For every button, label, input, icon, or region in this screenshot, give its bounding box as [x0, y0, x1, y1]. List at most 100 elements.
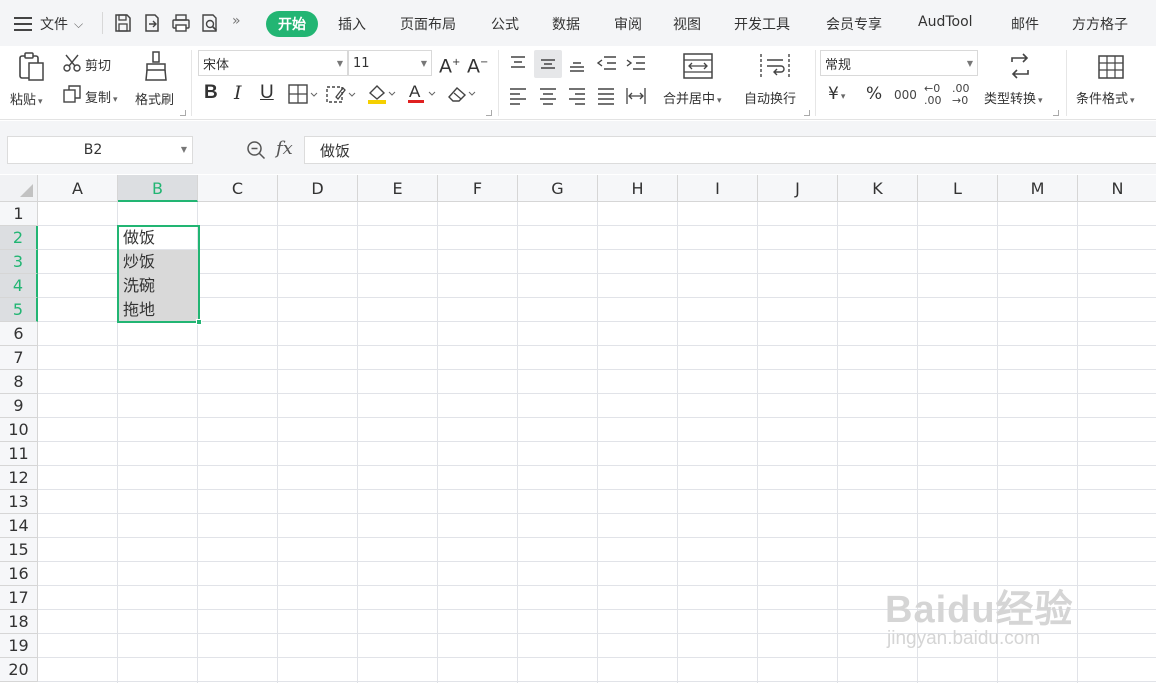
tab-view[interactable]: 视图 [673, 14, 701, 34]
scissors-icon[interactable] [62, 53, 82, 77]
tab-insert[interactable]: 插入 [338, 14, 366, 34]
justify-icon[interactable] [596, 86, 616, 110]
wrap-text-button[interactable]: 自动换行 [744, 88, 796, 107]
number-format-select[interactable]: 常规 ▼ [820, 50, 978, 76]
column-header-b[interactable]: B [118, 175, 198, 202]
more-commands-icon[interactable]: » [232, 13, 241, 29]
borders-icon[interactable] [288, 84, 318, 108]
fill-color-icon[interactable] [366, 83, 396, 109]
align-left-icon[interactable] [508, 86, 528, 110]
tab-audtool[interactable]: AudTool [918, 14, 973, 30]
column-header-n[interactable]: N [1078, 175, 1156, 202]
copy-button[interactable]: 复制 ▾ [85, 87, 118, 106]
row-header-19[interactable]: 19 [0, 634, 38, 658]
row-header-12[interactable]: 12 [0, 466, 38, 490]
column-header-i[interactable]: I [678, 175, 758, 202]
decrease-font-size-icon[interactable]: A− [467, 52, 488, 77]
font-size-select[interactable]: 11 ▼ [348, 50, 432, 76]
decrease-decimal-icon[interactable]: .00 →0 [952, 82, 974, 108]
conditional-format-icon[interactable] [1097, 54, 1125, 84]
tab-review[interactable]: 审阅 [614, 14, 642, 34]
distribute-icon[interactable] [625, 85, 647, 111]
row-header-5[interactable]: 5 [0, 298, 38, 322]
merge-center-button[interactable]: 合并居中 ▾ [663, 88, 722, 107]
align-bottom-icon[interactable] [567, 54, 587, 78]
font-dialog-launcher[interactable] [486, 110, 492, 116]
format-painter-icon[interactable] [143, 50, 171, 86]
row-header-7[interactable]: 7 [0, 346, 38, 370]
underline-icon[interactable]: U [260, 82, 274, 104]
select-all-button[interactable] [0, 175, 38, 202]
export-icon[interactable] [141, 12, 163, 34]
column-header-g[interactable]: G [518, 175, 598, 202]
row-header-14[interactable]: 14 [0, 514, 38, 538]
tab-page-layout[interactable]: 页面布局 [400, 14, 456, 34]
merge-center-icon[interactable] [682, 52, 714, 84]
bold-icon[interactable]: B [204, 82, 218, 104]
percent-icon[interactable]: % [866, 83, 882, 105]
tab-data[interactable]: 数据 [552, 14, 580, 34]
row-header-15[interactable]: 15 [0, 538, 38, 562]
align-center-icon[interactable] [538, 86, 558, 110]
name-box[interactable]: B2 ▼ [7, 136, 193, 164]
file-menu[interactable]: 文件 ⌵ [14, 12, 83, 36]
clipboard-dialog-launcher[interactable] [180, 110, 186, 116]
row-header-9[interactable]: 9 [0, 394, 38, 418]
alignment-dialog-launcher[interactable] [804, 110, 810, 116]
conditional-format-button[interactable]: 条件格式 ▾ [1076, 88, 1135, 107]
increase-decimal-icon[interactable]: ←0 .00 [924, 82, 946, 108]
fill-handle[interactable] [196, 319, 202, 325]
column-header-a[interactable]: A [38, 175, 118, 202]
tab-developer[interactable]: 开发工具 [734, 14, 790, 34]
print-icon[interactable] [170, 12, 192, 34]
type-convert-icon[interactable] [1007, 52, 1033, 84]
column-header-c[interactable]: C [198, 175, 278, 202]
paste-label[interactable]: 粘贴 ▾ [10, 89, 43, 108]
copy-icon[interactable] [62, 84, 82, 108]
cut-button[interactable]: 剪切 [85, 55, 111, 74]
column-header-l[interactable]: L [918, 175, 998, 202]
align-middle-button[interactable] [534, 50, 562, 78]
italic-icon[interactable]: I [234, 82, 242, 104]
row-header-17[interactable]: 17 [0, 586, 38, 610]
tab-home[interactable]: 开始 [266, 11, 318, 37]
row-header-8[interactable]: 8 [0, 370, 38, 394]
row-header-16[interactable]: 16 [0, 562, 38, 586]
increase-font-size-icon[interactable]: A+ [439, 52, 460, 77]
clear-format-icon[interactable] [446, 83, 476, 109]
font-name-select[interactable]: 宋体 ▼ [198, 50, 348, 76]
tab-formulas[interactable]: 公式 [491, 14, 519, 34]
column-header-f[interactable]: F [438, 175, 518, 202]
font-color-icon[interactable]: A [406, 82, 436, 110]
row-header-11[interactable]: 11 [0, 442, 38, 466]
align-top-icon[interactable] [508, 54, 528, 78]
zoom-icon[interactable] [246, 140, 266, 164]
decrease-indent-icon[interactable] [596, 54, 618, 78]
column-header-k[interactable]: K [838, 175, 918, 202]
column-header-e[interactable]: E [358, 175, 438, 202]
thousands-separator-icon[interactable]: 000 [894, 88, 917, 102]
type-convert-button[interactable]: 类型转换 ▾ [984, 88, 1043, 107]
tab-mail[interactable]: 邮件 [1011, 14, 1039, 34]
currency-icon[interactable]: ¥ ▾ [828, 83, 845, 108]
column-header-d[interactable]: D [278, 175, 358, 202]
number-dialog-launcher[interactable] [1053, 110, 1059, 116]
align-right-icon[interactable] [567, 86, 587, 110]
column-header-m[interactable]: M [998, 175, 1078, 202]
cell-style-icon[interactable] [326, 84, 356, 108]
format-painter-label[interactable]: 格式刷 [135, 89, 174, 108]
column-header-j[interactable]: J [758, 175, 838, 202]
row-header-3[interactable]: 3 [0, 250, 38, 274]
print-preview-icon[interactable] [199, 12, 221, 34]
tab-fangfang[interactable]: 方方格子 [1072, 14, 1128, 34]
row-header-18[interactable]: 18 [0, 610, 38, 634]
paste-button[interactable] [16, 52, 46, 86]
row-header-6[interactable]: 6 [0, 322, 38, 346]
row-header-20[interactable]: 20 [0, 658, 38, 682]
formula-input[interactable]: 做饭 [304, 136, 1156, 164]
increase-indent-icon[interactable] [625, 54, 647, 78]
tab-member[interactable]: 会员专享 [826, 14, 882, 34]
row-header-10[interactable]: 10 [0, 418, 38, 442]
row-header-4[interactable]: 4 [0, 274, 38, 298]
insert-function-button[interactable]: fx [276, 138, 293, 159]
